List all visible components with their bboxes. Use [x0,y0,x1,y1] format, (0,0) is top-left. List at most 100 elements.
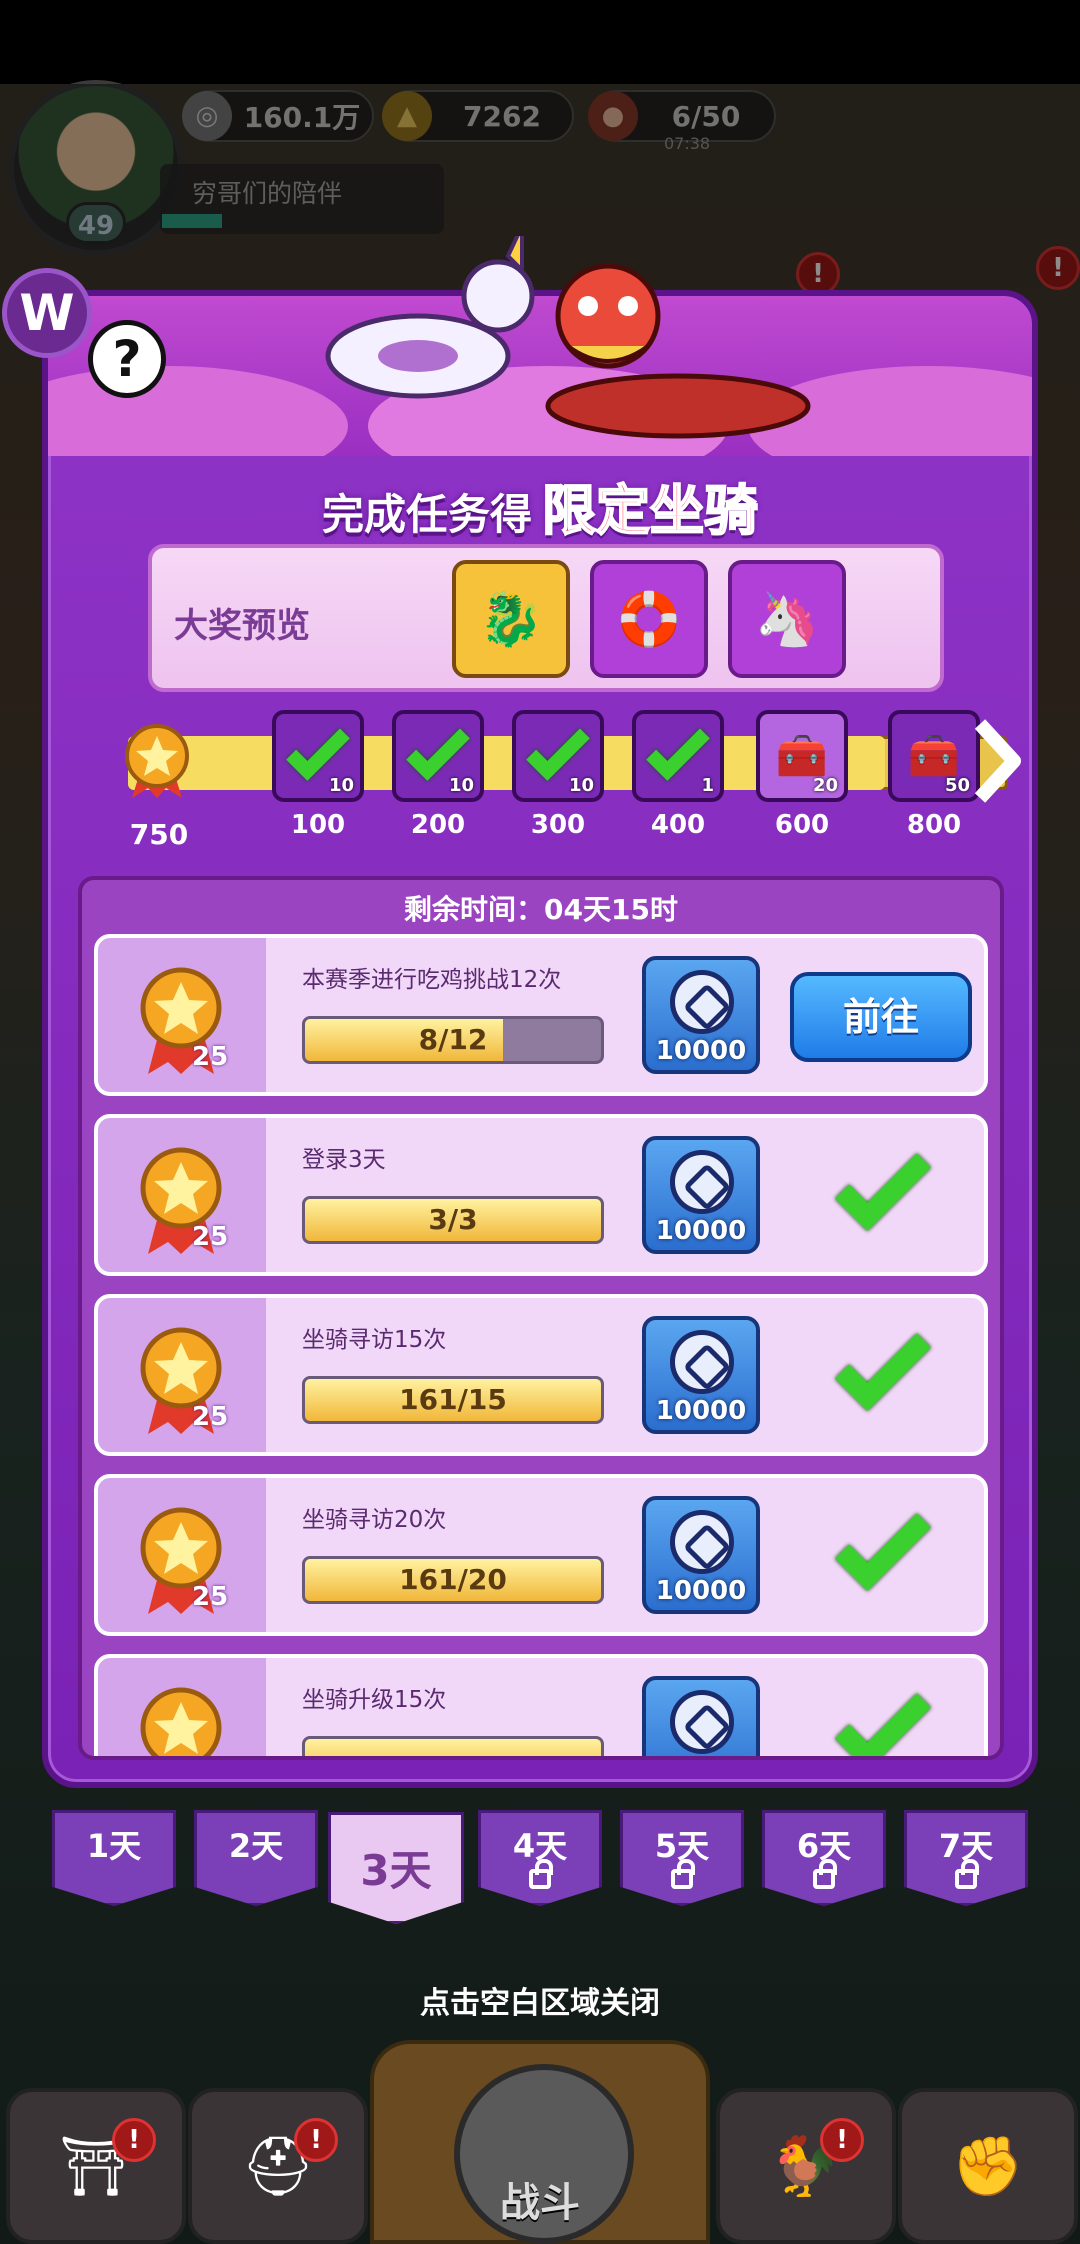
day-tab-6[interactable]: 6天 [762,1810,886,1906]
dragon-mount-prize-icon[interactable]: 🐉 [452,560,570,678]
milestone-label: 800 [906,810,962,840]
task-progress-bar: 161/15 [302,1376,604,1424]
task-row: 25 本赛季进行吃鸡挑战12次 8/12 10000 前往 [94,934,988,1096]
silver-coin-icon [670,1150,734,1214]
shop-nav-button[interactable]: ⛩ [6,2088,186,2244]
checkmark-icon [406,717,470,781]
help-icon[interactable]: ? [88,320,166,398]
task-points: 25 [192,1222,229,1252]
title-highlight: 限定坐骑 [541,478,759,543]
close-hint: 点击空白区域关闭 [420,1986,660,2021]
milestone-reward-count: 20 [812,775,838,796]
task-name: 本赛季进行吃鸡挑战12次 [302,967,562,993]
task-progress-text [305,1739,601,1756]
task-name: 坐骑升级15次 [302,1687,447,1713]
status-bar [0,0,1080,84]
milestone-node[interactable]: 🧰 20 [756,710,848,802]
task-name: 坐骑寻访20次 [302,1507,447,1533]
task-row: 25 坐骑寻访20次 161/20 10000 [94,1474,988,1636]
float-ring-prize-icon[interactable]: 🛟 [590,560,708,678]
reward-amount: 10000 [655,1036,747,1066]
battle-nav-button[interactable]: 战斗 [370,2040,710,2244]
equipment-nav-button[interactable]: ⛑ [188,2088,368,2244]
alert-badge: ! [294,2118,338,2162]
remaining-time: 剩余时间：04天15时 [404,893,678,926]
next-arrow-icon[interactable] [966,716,1026,806]
upgrade-nav-button[interactable]: ✊ [898,2088,1078,2244]
silver-coin-icon [670,970,734,1034]
day-tab-1[interactable]: 1天 [52,1810,176,1906]
total-points: 750 [129,818,189,851]
battle-label: 战斗 [500,2180,580,2226]
day-tab-label: 2天 [228,1827,284,1865]
task-progress-text: 161/15 [399,1383,507,1416]
reward-amount: 10000 [655,1396,747,1426]
alert-badge: ! [820,2118,864,2162]
milestone-node[interactable]: 10 [272,710,364,802]
lock-icon [813,1859,837,1889]
completed-check-icon [834,1494,932,1592]
silver-coin-icon [670,1510,734,1574]
reward-amount: 10000 [646,1756,756,1760]
silver-reward-icon[interactable]: 10000 [642,1496,760,1614]
completed-check-icon [834,1314,932,1412]
checkmark-icon [646,717,710,781]
completed-check-icon [834,1674,932,1756]
day-tab-label: 1天 [86,1827,142,1865]
w-logo-icon[interactable]: W [2,268,92,358]
day-tab-2[interactable]: 2天 [194,1810,318,1906]
task-name: 登录3天 [302,1147,386,1173]
completed-check-icon [834,1134,932,1232]
task-progress-text: 3/3 [428,1203,478,1236]
goto-button[interactable]: 前往 [790,972,972,1062]
silver-reward-icon[interactable]: 10000 [642,956,760,1074]
task-progress-bar: 3/3 [302,1196,604,1244]
milestone-node[interactable]: 10 [512,710,604,802]
milestone-reward-count: 10 [568,775,594,796]
task-progress-bar: 161/20 [302,1556,604,1604]
silver-reward-icon[interactable]: 10000 [642,1316,760,1434]
task-progress-bar [302,1736,604,1756]
day-tab-7[interactable]: 7天 [904,1810,1028,1906]
day-tab-4[interactable]: 4天 [478,1810,602,1906]
task-progress-text: 161/20 [399,1563,507,1596]
task-row: 25 登录3天 3/3 10000 [94,1114,988,1276]
task-row: 25 坐骑寻访15次 161/15 10000 [94,1294,988,1456]
milestone-label: 400 [650,810,706,840]
milestone-label: 300 [530,810,586,840]
milestone-label: 600 [774,810,830,840]
day-tab-5[interactable]: 5天 [620,1810,744,1906]
silver-reward-icon[interactable]: 10000 [642,1136,760,1254]
unicorn-prize-icon[interactable]: 🦄 [728,560,846,678]
silver-coin-icon [670,1330,734,1394]
task-progress-text: 8/12 [418,1023,488,1056]
milestone-label: 100 [290,810,346,840]
day-tab-3[interactable]: 3天 [328,1812,464,1924]
lock-icon [671,1859,695,1889]
reward-amount: 10000 [655,1216,747,1246]
title-main: 完成任务得 [321,490,532,539]
pet-nav-button[interactable]: 🐓 [716,2088,896,2244]
milestone-reward-count: 1 [701,775,714,796]
silver-reward-icon[interactable]: 10000 [642,1676,760,1760]
task-name: 坐骑寻访15次 [302,1327,447,1353]
mount-event-popup: 完成任务得 限定坐骑 大奖预览 🐉 🛟 🦄 750 10 100 10 200 10 300… [42,236,1038,1788]
star-medal-icon [136,1686,226,1756]
lock-icon [529,1859,553,1889]
alert-badge: ! [112,2118,156,2162]
task-list-panel[interactable]: 剩余时间：04天15时 25 本赛季进行吃鸡挑战12次 8/12 10000 前往 25 登… [78,876,1004,1760]
treasure-chest-icon: 🧰 [907,731,961,780]
day-tab-label: 3天 [360,1846,432,1895]
star-medal-icon [125,724,189,798]
task-points: 25 [192,1582,229,1612]
fist-icon: ✊ [951,2131,1025,2200]
milestone-node[interactable]: 10 [392,710,484,802]
popup-title: 完成任务得 限定坐骑 [48,466,1032,545]
milestone-node[interactable]: 1 [632,710,724,802]
task-row: 25坐骑升级15次10000 [94,1654,988,1760]
preview-label: 大奖预览 [174,606,310,646]
milestone-reward-count: 10 [328,775,354,796]
reward-amount: 10000 [655,1576,747,1606]
lock-icon [955,1859,979,1889]
grand-prize-preview: 大奖预览 🐉 🛟 🦄 [148,544,944,692]
